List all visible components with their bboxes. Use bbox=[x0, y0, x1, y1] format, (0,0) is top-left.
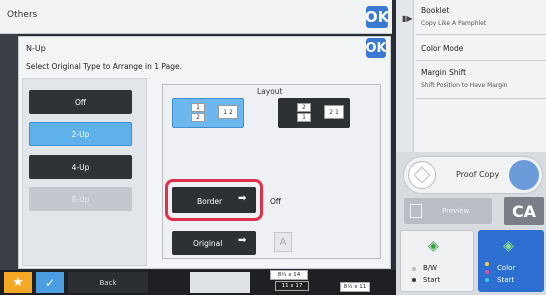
option-off-button[interactable]: Off bbox=[29, 90, 132, 114]
right-panel-item-subtitle: Copy Like A Pamphlet bbox=[421, 20, 487, 27]
original-label: Original bbox=[193, 239, 223, 248]
option-8up-button[interactable]: 8-Up bbox=[29, 187, 132, 211]
color-indicator-dot bbox=[485, 262, 489, 266]
right-panel-item-title: Margin Shift bbox=[421, 68, 467, 77]
page-glyph: 2 bbox=[297, 103, 311, 112]
others-title: Others bbox=[7, 10, 38, 20]
paper-tray-icon bbox=[190, 272, 250, 293]
paper-size-label: 8½ x 14 bbox=[270, 270, 308, 280]
nup-title: N-Up bbox=[26, 44, 46, 53]
original-type-icon: A bbox=[274, 232, 292, 252]
color-indicator-dot bbox=[485, 270, 489, 274]
proof-copy-toggle[interactable] bbox=[509, 160, 539, 190]
others-header bbox=[0, 0, 392, 34]
option-2up-button[interactable]: 2-Up bbox=[29, 122, 132, 146]
page-order-glyph: 1 2 bbox=[218, 105, 238, 119]
clear-all-button[interactable]: CA bbox=[504, 197, 544, 225]
left-side-strip bbox=[0, 34, 18, 270]
paper-size-selected: 11 x 17 bbox=[275, 281, 309, 291]
bw-indicator-dot bbox=[412, 267, 416, 271]
paper-size-label: 8½ x 11 bbox=[340, 282, 370, 292]
back-button[interactable]: Back bbox=[68, 272, 148, 293]
nup-subtitle: Select Original Type to Arrange in 1 Pag… bbox=[26, 62, 182, 71]
play-arrow-icon[interactable]: ▮▶ bbox=[402, 14, 413, 23]
right-panel-item-title: Booklet bbox=[421, 6, 450, 15]
preview-icon bbox=[410, 204, 422, 218]
page-glyph: 2 bbox=[191, 113, 205, 122]
color-start-label: Start bbox=[497, 276, 515, 284]
bw-start-label: Start bbox=[423, 276, 441, 284]
color-indicator-dot bbox=[485, 278, 489, 282]
arrow-right-icon: ➡ bbox=[238, 235, 247, 246]
color-label: Color bbox=[497, 264, 516, 272]
start-diamond-icon: ◈ bbox=[428, 238, 439, 254]
proof-copy-label: Proof Copy bbox=[456, 170, 500, 179]
right-panel-item-subtitle: Shift Position to Have Margin bbox=[421, 82, 508, 89]
preview-label: Preview bbox=[442, 207, 470, 215]
right-panel-item-color-mode[interactable]: Color Mode bbox=[416, 35, 546, 61]
layout-label: Layout bbox=[257, 87, 283, 96]
start-diamond-icon: ◈ bbox=[503, 238, 514, 254]
right-panel-item-booklet[interactable]: Booklet Copy Like A Pamphlet bbox=[416, 0, 546, 35]
option-4up-button[interactable]: 4-Up bbox=[29, 155, 132, 179]
border-highlight bbox=[165, 179, 263, 221]
bw-label: B/W bbox=[423, 264, 438, 272]
others-ok-button[interactable]: OK bbox=[365, 6, 389, 28]
page-order-glyph: 2 1 bbox=[324, 105, 344, 119]
right-panel-item-title: Color Mode bbox=[421, 44, 464, 53]
star-icon[interactable]: ★ bbox=[4, 272, 32, 293]
page-glyph: 1 bbox=[297, 113, 311, 122]
nup-ok-button[interactable]: OK bbox=[365, 38, 387, 58]
border-value: Off bbox=[270, 197, 282, 206]
bw-indicator-dot bbox=[412, 278, 416, 282]
check-icon[interactable]: ✓ bbox=[36, 272, 64, 293]
right-panel-item-margin-shift[interactable]: Margin Shift Shift Position to Have Marg… bbox=[416, 61, 546, 99]
page-glyph: 1 bbox=[191, 103, 205, 112]
